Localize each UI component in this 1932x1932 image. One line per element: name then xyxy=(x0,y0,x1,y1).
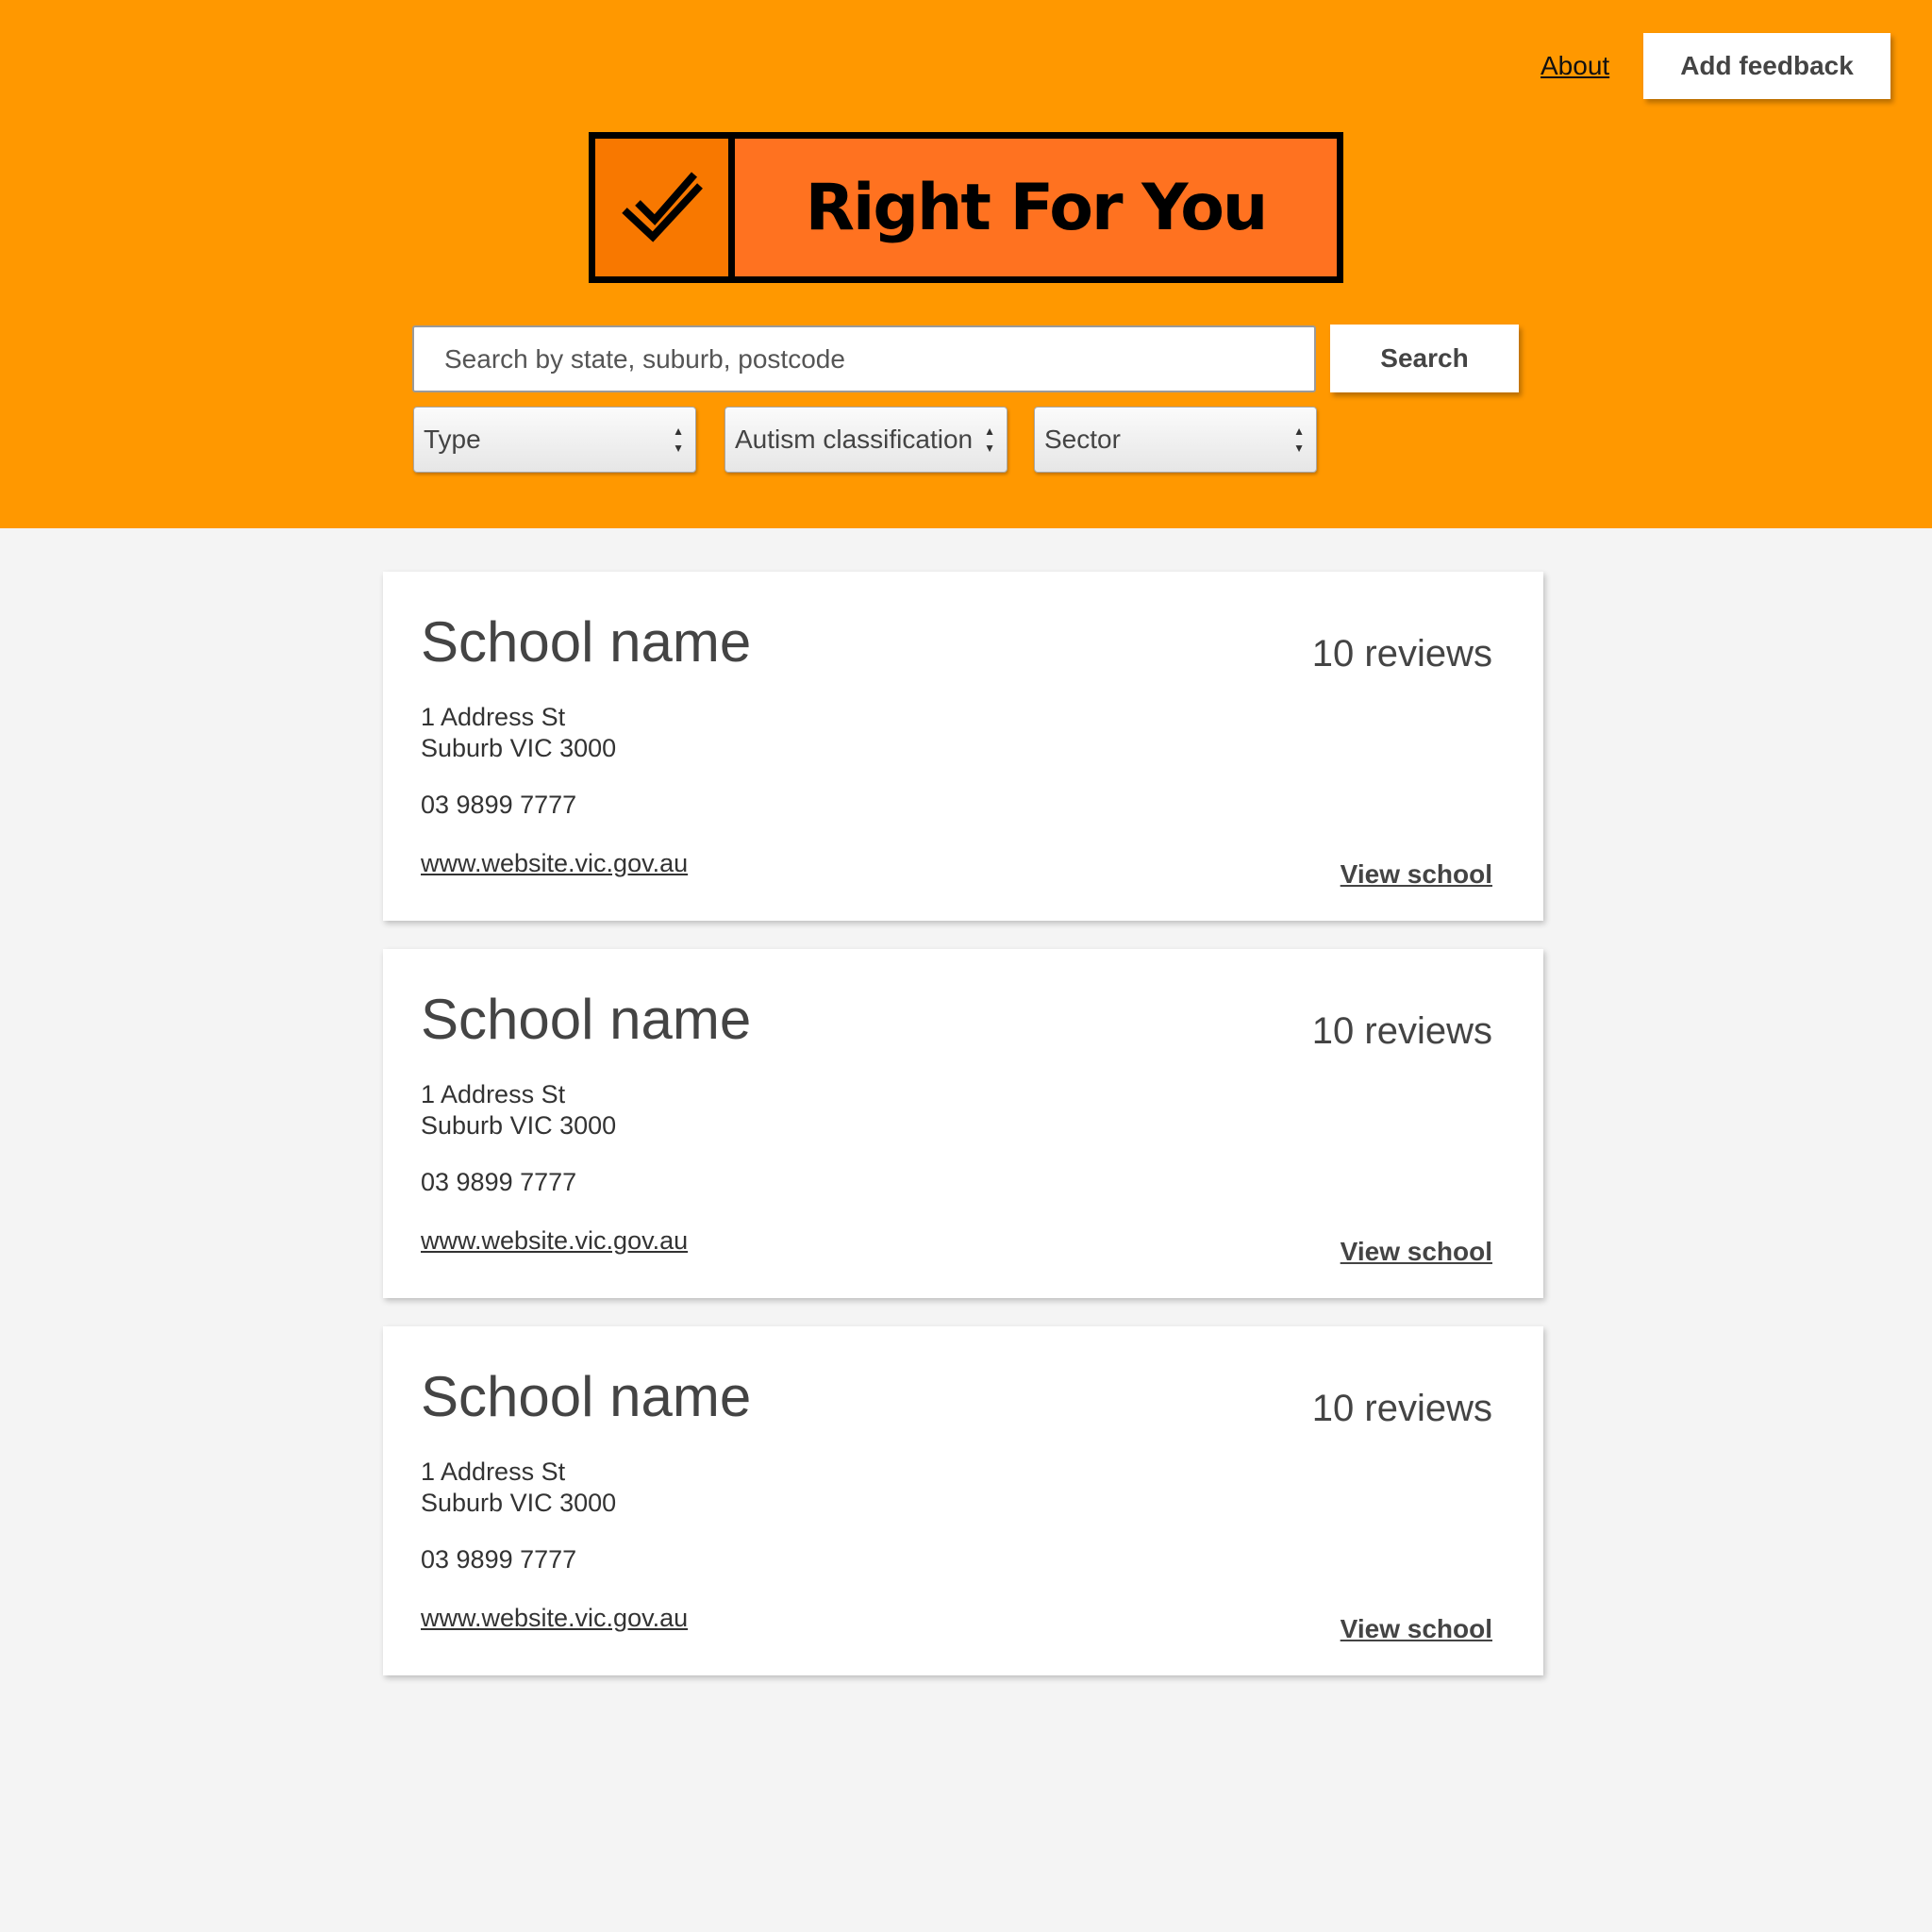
school-address: 1 Address St Suburb VIC 3000 xyxy=(421,1457,616,1519)
about-link[interactable]: About xyxy=(1541,47,1609,85)
type-select[interactable]: Type ▲ ▼ xyxy=(413,407,696,473)
school-card: School name 10 reviews 1 Address St Subu… xyxy=(383,572,1543,921)
address-line-1: 1 Address St xyxy=(421,1457,566,1486)
autism-classification-select-label: Autism classification xyxy=(735,425,974,454)
add-feedback-button[interactable]: Add feedback xyxy=(1643,33,1890,99)
school-address: 1 Address St Suburb VIC 3000 xyxy=(421,1079,616,1141)
select-arrows-icon: ▲ ▼ xyxy=(1293,425,1305,455)
school-website-link[interactable]: www.website.vic.gov.au xyxy=(421,1602,688,1634)
school-address: 1 Address St Suburb VIC 3000 xyxy=(421,702,616,764)
header: About Add feedback Right For You Search … xyxy=(0,0,1932,528)
school-website-link[interactable]: www.website.vic.gov.au xyxy=(421,1224,688,1257)
review-count: 10 reviews xyxy=(1311,1388,1492,1429)
view-school-link[interactable]: View school xyxy=(1341,1613,1492,1645)
review-count: 10 reviews xyxy=(1311,1010,1492,1052)
school-card: School name 10 reviews 1 Address St Subu… xyxy=(383,949,1543,1298)
sector-select-label: Sector xyxy=(1044,425,1121,454)
address-line-1: 1 Address St xyxy=(421,703,566,731)
address-line-2: Suburb VIC 3000 xyxy=(421,1111,617,1140)
search-button[interactable]: Search xyxy=(1330,325,1519,392)
logo: Right For You xyxy=(589,132,1343,283)
review-count: 10 reviews xyxy=(1311,633,1492,675)
school-phone: 03 9899 7777 xyxy=(421,791,577,819)
logo-text: Right For You xyxy=(735,139,1337,276)
search-input[interactable] xyxy=(412,325,1316,392)
autism-classification-select[interactable]: Autism classification ▲ ▼ xyxy=(724,407,1008,473)
sector-select[interactable]: Sector ▲ ▼ xyxy=(1034,407,1317,473)
address-line-1: 1 Address St xyxy=(421,1080,566,1108)
select-arrows-icon: ▲ ▼ xyxy=(984,425,995,455)
double-check-icon xyxy=(595,139,735,276)
school-name: School name xyxy=(421,1365,752,1428)
view-school-link[interactable]: View school xyxy=(1341,1236,1492,1268)
school-name: School name xyxy=(421,988,752,1051)
view-school-link[interactable]: View school xyxy=(1341,858,1492,891)
school-phone: 03 9899 7777 xyxy=(421,1545,577,1574)
school-name: School name xyxy=(421,610,752,674)
address-line-2: Suburb VIC 3000 xyxy=(421,734,617,762)
school-website-link[interactable]: www.website.vic.gov.au xyxy=(421,847,688,879)
school-card: School name 10 reviews 1 Address St Subu… xyxy=(383,1326,1543,1675)
select-arrows-icon: ▲ ▼ xyxy=(673,425,684,455)
address-line-2: Suburb VIC 3000 xyxy=(421,1489,617,1517)
school-phone: 03 9899 7777 xyxy=(421,1168,577,1196)
type-select-label: Type xyxy=(424,425,481,454)
